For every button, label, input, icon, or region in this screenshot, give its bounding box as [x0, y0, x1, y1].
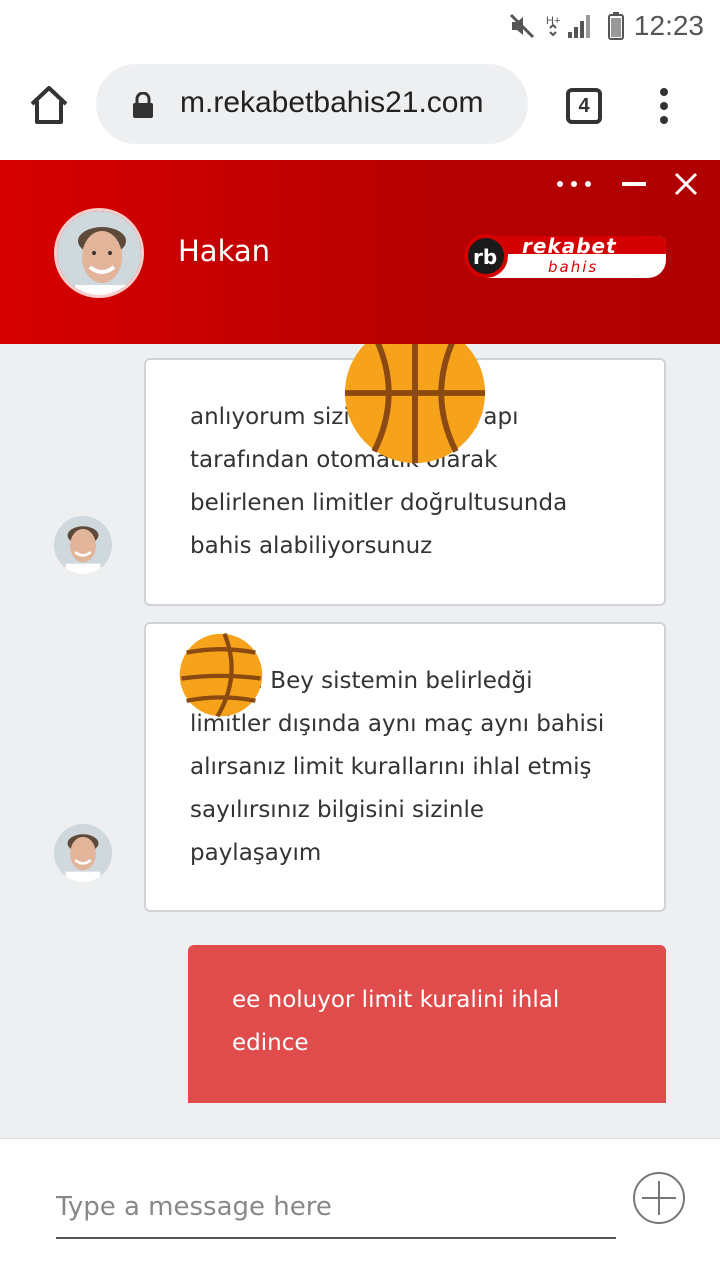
basketball-icon: [179, 632, 263, 718]
basketball-icon: [344, 344, 486, 464]
add-icon[interactable]: [632, 1171, 686, 1225]
url-text: m.rekabetbahis21.com: [180, 86, 484, 119]
agent-avatar-small: [54, 516, 112, 574]
battery-icon: [607, 12, 624, 40]
more-horiz-icon[interactable]: [556, 180, 592, 188]
close-icon[interactable]: [674, 172, 698, 196]
brand-word: rekabet: [522, 234, 617, 258]
status-time: 12:23: [633, 10, 704, 41]
signal-icon: H+: [546, 15, 590, 38]
brand-logo: rb rekabet bahis: [464, 234, 666, 280]
agent-avatar-small: [54, 824, 112, 882]
lock-icon: [133, 92, 153, 118]
more-vert-icon[interactable]: [654, 86, 674, 126]
message-list[interactable]: anlıyorum sizi sistem altyapı tarafından…: [0, 344, 720, 1138]
message-composer: [0, 1138, 720, 1280]
home-icon[interactable]: [26, 82, 72, 128]
mute-icon: [509, 13, 534, 39]
message-input[interactable]: [56, 1177, 616, 1239]
address-bar[interactable]: m.rekabetbahis21.com: [96, 64, 528, 144]
status-icons: H+ 12:23: [508, 8, 704, 44]
agent-name: Hakan: [178, 234, 271, 268]
brand-sub: bahis: [548, 258, 599, 276]
minimize-icon[interactable]: [622, 182, 646, 186]
browser-toolbar: m.rekabetbahis21.com 4: [0, 50, 720, 160]
agent-avatar: [54, 208, 144, 298]
status-bar: H+ 12:23: [0, 0, 720, 50]
svg-text:rb: rb: [473, 245, 497, 269]
tab-switcher-button[interactable]: 4: [566, 88, 602, 124]
message-text: ee noluyor limit kuralini ihlal edince: [232, 987, 560, 1056]
chat-header: Hakan rb rekabet bahis: [0, 160, 720, 344]
user-message: ee noluyor limit kuralini ihlal edince: [188, 945, 666, 1103]
